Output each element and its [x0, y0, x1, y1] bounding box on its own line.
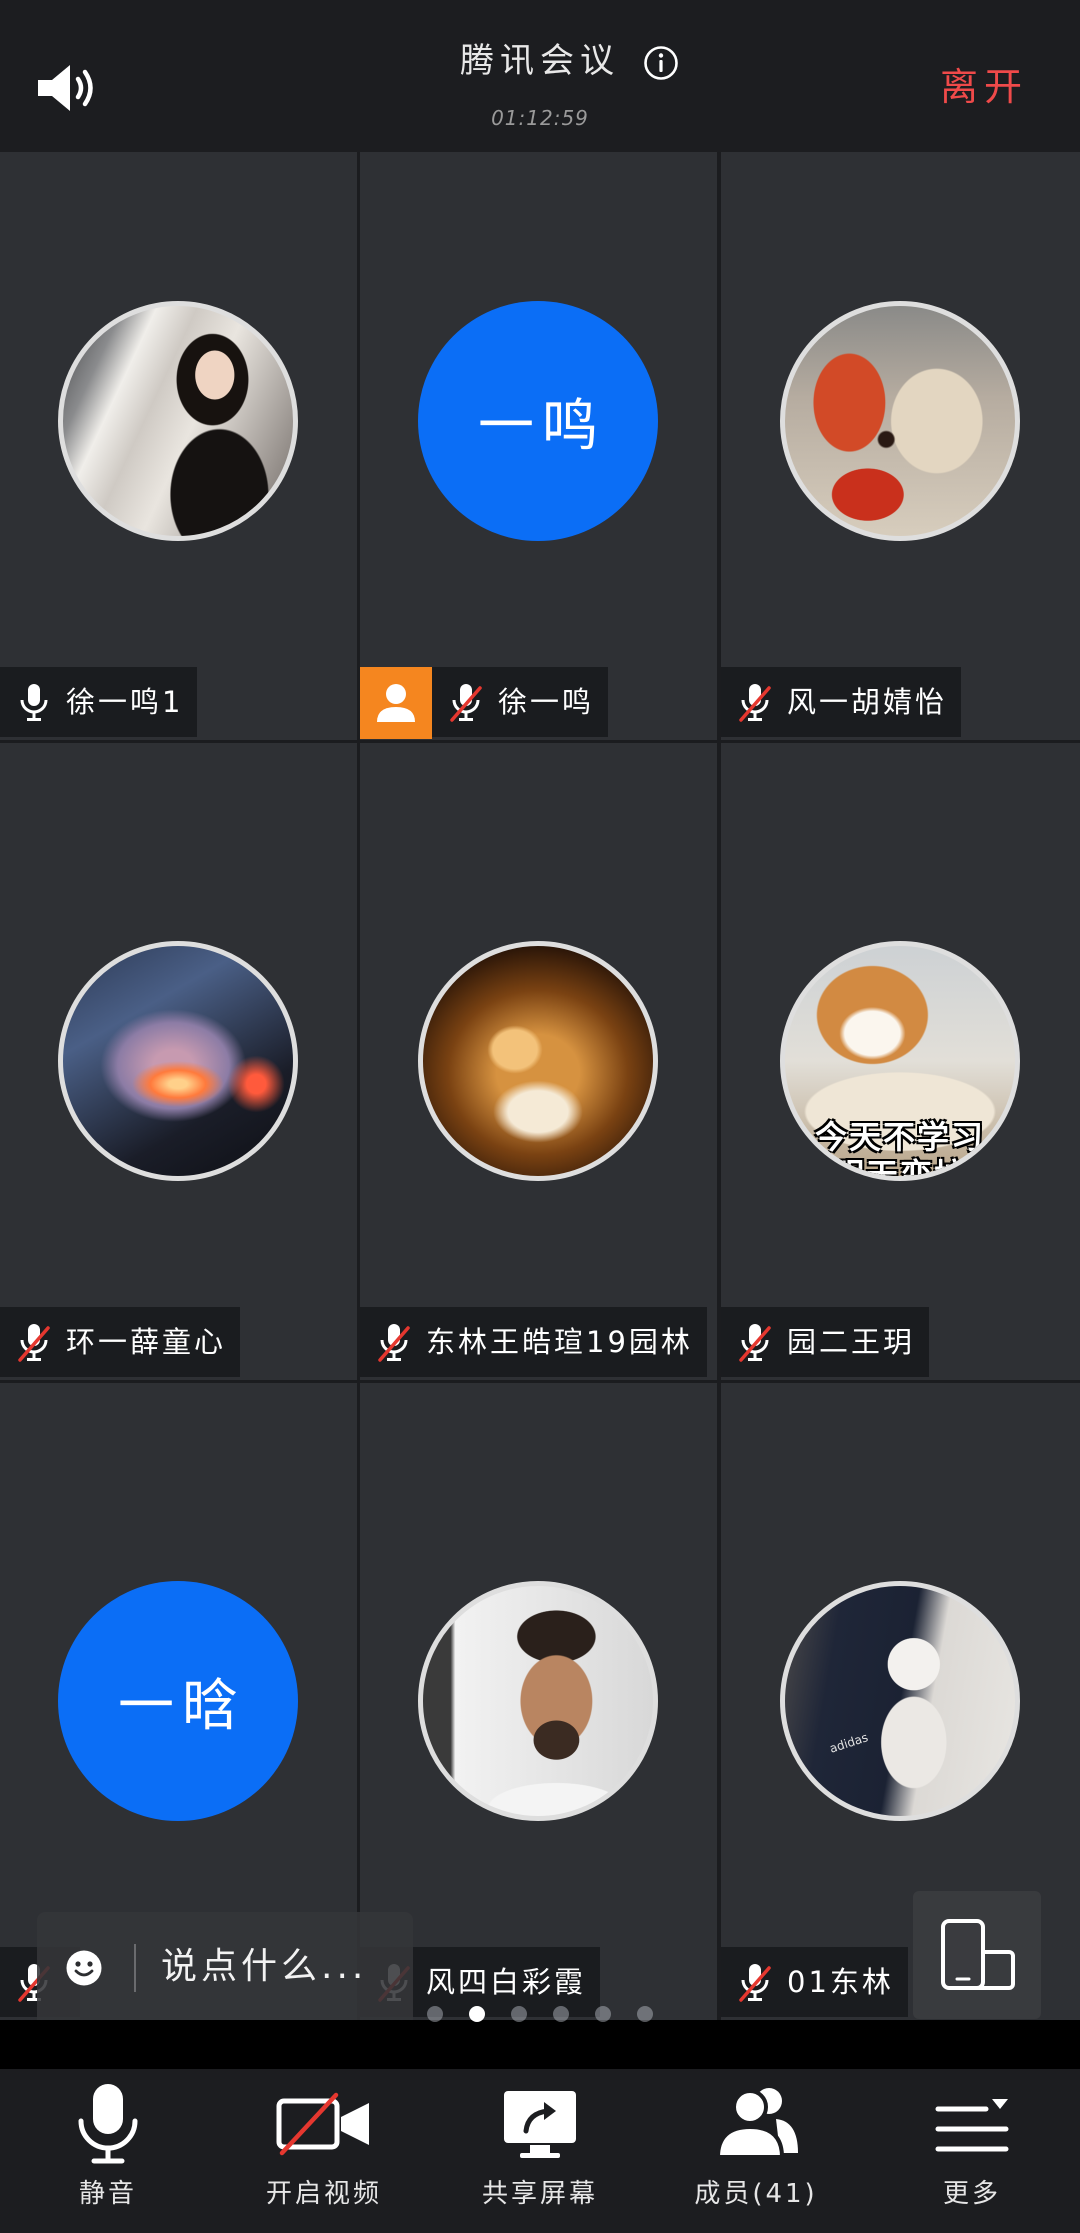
participant-label: 风一胡婧怡 — [721, 667, 962, 737]
participant-name: 东林王皓瑄19园林 — [426, 1325, 693, 1359]
microphone-muted-icon — [450, 684, 482, 722]
microphone-icon — [20, 684, 48, 721]
microphone-muted-icon — [739, 684, 771, 722]
microphone-muted-icon — [739, 1964, 771, 2002]
participant-label: 徐一鸣1 — [0, 667, 198, 737]
bottom-toolbar: 静音 开启视频 共享屏幕 成员(41) 更多 — [0, 2069, 1080, 2233]
participant-avatar-initials: 一鸣 — [418, 301, 658, 541]
participant-tile[interactable]: 风一胡婧怡 — [721, 103, 1080, 740]
meeting-title: 腾讯会议 — [460, 41, 620, 81]
video-off-icon — [276, 2092, 369, 2156]
participant-name: 环一薛童心 — [66, 1325, 227, 1359]
participant-tile[interactable]: 东林王皓瑄19园林 — [360, 743, 717, 1380]
share-screen-button[interactable]: 共享屏幕 — [432, 2069, 648, 2233]
participant-label: 徐一鸣 — [432, 667, 609, 737]
participant-tile[interactable]: 风四白彩霞 — [360, 1383, 717, 2020]
participant-tile[interactable]: 徐一鸣1 — [0, 103, 357, 740]
participant-avatar: adidas — [780, 1581, 1020, 1821]
participant-name: 风一胡婧怡 — [787, 685, 948, 719]
participant-tile[interactable]: 今天不学习 明天变垃 园二王玥 — [721, 743, 1080, 1380]
participant-label: 园二王玥 — [721, 1307, 930, 1377]
microphone-muted-icon — [18, 1324, 50, 1362]
rotate-screen-button[interactable] — [913, 1891, 1041, 2019]
person-icon — [377, 684, 415, 722]
page-dot[interactable] — [595, 2006, 611, 2022]
leave-meeting-button[interactable]: 离开 — [940, 64, 1028, 110]
microphone-icon — [78, 2084, 138, 2164]
start-video-label: 开启视频 — [265, 2179, 382, 2209]
participant-name: 园二王玥 — [787, 1325, 916, 1359]
self-badge — [360, 667, 432, 739]
participant-avatar — [418, 1581, 658, 1821]
participant-label: 东林王皓瑄19园林 — [360, 1307, 707, 1377]
page-dot[interactable] — [553, 2006, 569, 2022]
participant-avatar — [58, 941, 298, 1181]
more-menu-icon — [935, 2099, 1009, 2152]
more-label: 更多 — [942, 2179, 1001, 2209]
participant-avatar-initials: 一晗 — [58, 1581, 298, 1821]
chat-input-bar[interactable]: 说点什么... — [37, 1912, 413, 2020]
page-dot[interactable] — [511, 2006, 527, 2022]
meeting-screen: 腾讯会议 01:12:59 离开 徐一鸣1 一鸣 徐一鸣 风一胡婧怡 环一薛童心… — [0, 0, 1080, 2233]
meeting-elapsed-time: 01:12:59 — [491, 106, 589, 130]
members-button[interactable]: 成员(41) — [648, 2069, 864, 2233]
participant-avatar: 今天不学习 明天变垃 — [780, 941, 1020, 1181]
start-video-button[interactable]: 开启视频 — [216, 2069, 432, 2233]
participant-name: 01东林 — [787, 1965, 894, 1999]
avatar-logo-text: adidas — [827, 1730, 870, 1756]
mute-label: 静音 — [78, 2179, 137, 2209]
chat-divider — [134, 1944, 136, 1992]
page-indicator — [0, 2006, 1080, 2022]
share-screen-label: 共享屏幕 — [481, 2179, 598, 2209]
participant-tile[interactable]: 一鸣 徐一鸣 — [360, 103, 717, 740]
members-icon — [715, 2088, 798, 2159]
participant-name: 徐一鸣 — [498, 685, 595, 719]
members-label: 成员(41) — [694, 2179, 818, 2209]
chat-input-placeholder[interactable]: 说点什么... — [161, 1946, 367, 1988]
avatar-caption-line: 明天变垃 — [831, 1156, 968, 1181]
more-button[interactable]: 更多 — [864, 2069, 1080, 2233]
participant-avatar — [418, 941, 658, 1181]
participant-name: 徐一鸣1 — [66, 685, 184, 719]
participant-tile[interactable]: 环一薛童心 — [0, 743, 357, 1380]
page-dot-active[interactable] — [469, 2006, 485, 2022]
participant-avatar — [58, 301, 298, 541]
meeting-info-button[interactable] — [643, 45, 679, 81]
share-screen-icon — [504, 2091, 576, 2158]
info-icon — [644, 46, 678, 80]
microphone-muted-icon — [378, 1324, 410, 1362]
participant-label: 环一薛童心 — [0, 1307, 241, 1377]
page-dot[interactable] — [637, 2006, 653, 2022]
participant-name: 风四白彩霞 — [426, 1965, 587, 1999]
rotate-screen-icon — [941, 1919, 1015, 1990]
top-bar: 腾讯会议 01:12:59 离开 — [0, 0, 1080, 152]
page-dot[interactable] — [427, 2006, 443, 2022]
toolbar-separator-strip — [0, 2020, 1080, 2069]
mute-button[interactable]: 静音 — [0, 2069, 216, 2233]
smiley-icon[interactable] — [65, 1949, 103, 1987]
participant-avatar — [780, 301, 1020, 541]
microphone-muted-icon — [739, 1324, 771, 1362]
